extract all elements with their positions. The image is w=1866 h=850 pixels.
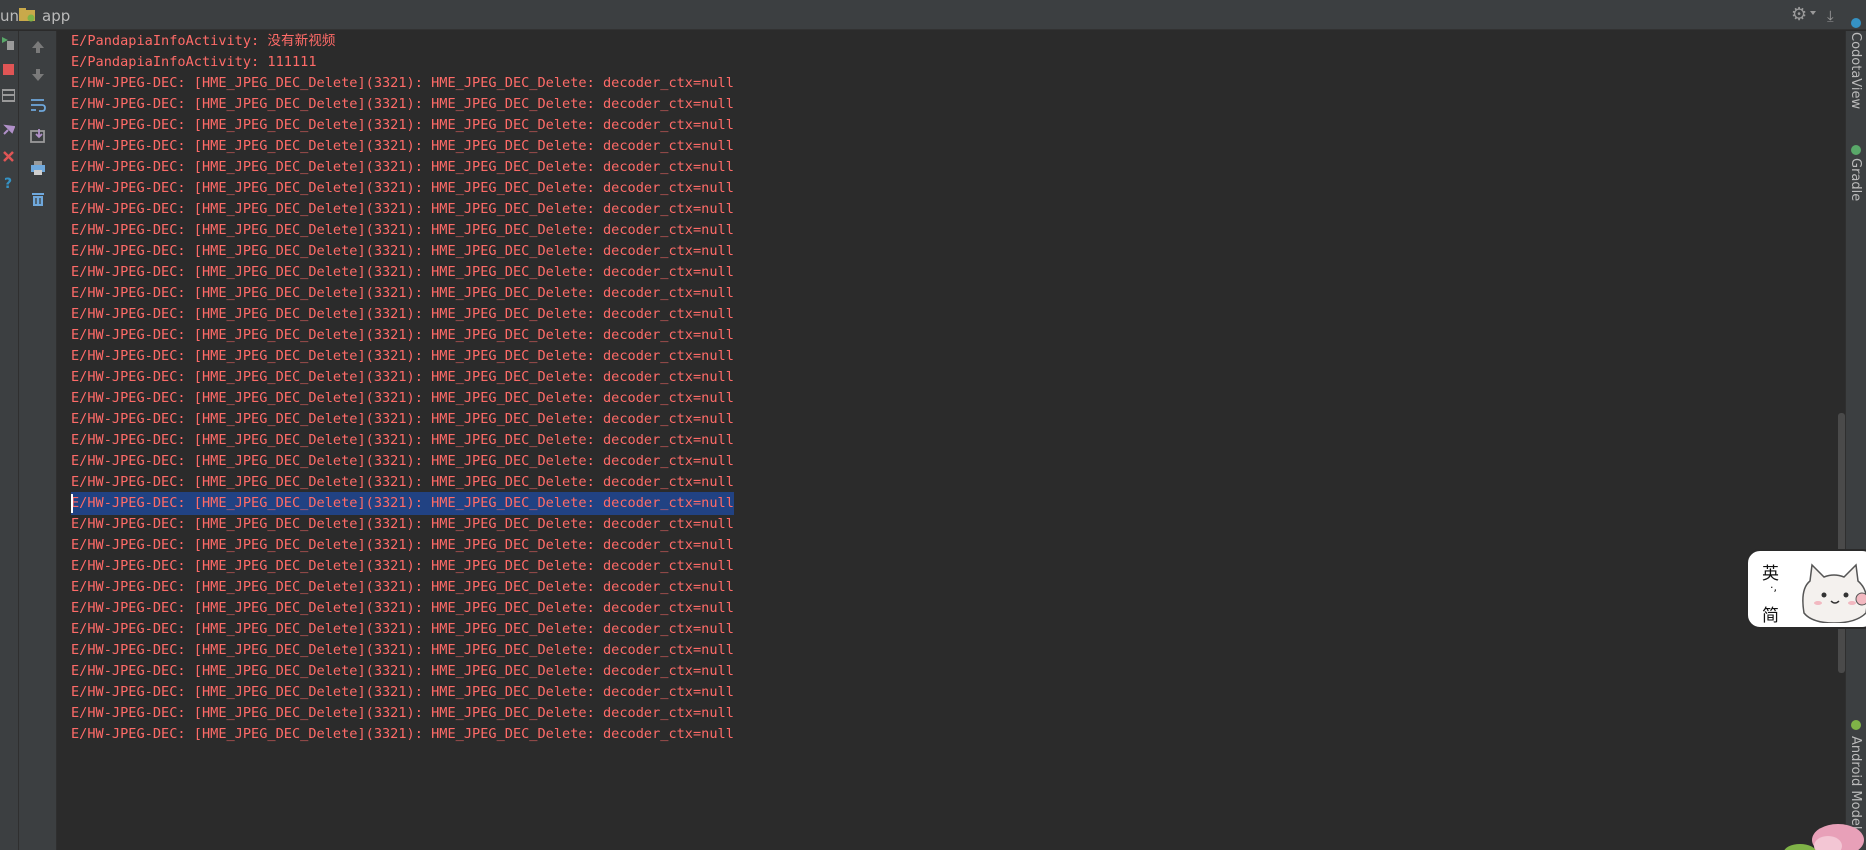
run-tool-titlebar: un app ⚙ ⤓ (0, 0, 1866, 30)
console-toolbar (19, 31, 57, 850)
ime-charset-toggle[interactable]: 简 (1762, 601, 1779, 626)
log-line[interactable]: E/PandapiaInfoActivity: 111111 (71, 51, 317, 74)
log-line[interactable]: E/HW-JPEG-DEC: [HME_JPEG_DEC_Delete](332… (71, 534, 734, 557)
text-caret (71, 494, 73, 513)
log-line[interactable]: E/HW-JPEG-DEC: [HME_JPEG_DEC_Delete](332… (71, 345, 734, 368)
log-line[interactable]: E/HW-JPEG-DEC: [HME_JPEG_DEC_Delete](332… (71, 597, 734, 620)
tab-android-model[interactable]: Android Model (1848, 736, 1863, 829)
logcat-console[interactable]: E/PandapiaInfoActivity: 没有新视频 E/PandapiaI… (57, 31, 1837, 850)
print-icon[interactable] (30, 160, 46, 176)
cat-mascot-icon (1802, 563, 1866, 623)
log-line[interactable]: E/HW-JPEG-DEC: [HME_JPEG_DEC_Delete](332… (71, 429, 734, 452)
log-line[interactable]: E/HW-JPEG-DEC: [HME_JPEG_DEC_Delete](332… (71, 681, 734, 704)
down-arrow-icon[interactable] (30, 67, 46, 83)
scroll-to-end-icon[interactable] (30, 128, 46, 144)
ime-punctuation-toggle[interactable]: ·, (1770, 581, 1777, 594)
log-line[interactable]: E/HW-JPEG-DEC: [HME_JPEG_DEC_Delete](332… (71, 576, 734, 599)
log-line[interactable]: E/HW-JPEG-DEC: [HME_JPEG_DEC_Delete](332… (71, 303, 734, 326)
android-icon (1851, 720, 1861, 730)
app-config-label[interactable]: app (42, 7, 70, 25)
log-line[interactable]: E/HW-JPEG-DEC: [HME_JPEG_DEC_Delete](332… (71, 240, 734, 263)
log-line[interactable]: E/HW-JPEG-DEC: [HME_JPEG_DEC_Delete](332… (71, 618, 734, 641)
android-folder-icon (19, 8, 35, 22)
close-icon[interactable] (2, 150, 15, 163)
codota-icon (1851, 18, 1861, 28)
gear-icon[interactable]: ⚙ (1791, 5, 1807, 25)
ime-toolbar-widget[interactable]: 英 ·, 简 (1746, 549, 1866, 629)
log-line-selected[interactable]: E/HW-JPEG-DEC: [HME_JPEG_DEC_Delete](332… (71, 492, 734, 515)
svg-text:?: ? (4, 176, 12, 189)
chevron-down-icon[interactable] (1810, 11, 1816, 15)
run-actions-strip: ? (0, 31, 19, 850)
soft-wrap-icon[interactable] (30, 97, 46, 113)
console-scrollbar[interactable] (1837, 31, 1845, 850)
android-studio-run-window: un app ⚙ ⤓ ? E/PandapiaInfoActivity: 没有新… (0, 0, 1866, 850)
layout-icon[interactable] (2, 89, 15, 102)
log-line[interactable]: E/HW-JPEG-DEC: [HME_JPEG_DEC_Delete](332… (71, 513, 734, 536)
scrollbar-thumb[interactable] (1838, 413, 1845, 673)
tab-gradle[interactable]: Gradle (1848, 158, 1863, 201)
trash-icon[interactable] (30, 191, 46, 207)
log-line[interactable]: E/HW-JPEG-DEC: [HME_JPEG_DEC_Delete](332… (71, 723, 734, 746)
tab-codotaview[interactable]: CodotaView (1848, 32, 1863, 109)
log-line[interactable]: E/HW-JPEG-DEC: [HME_JPEG_DEC_Delete](332… (71, 93, 734, 116)
log-line[interactable]: E/HW-JPEG-DEC: [HME_JPEG_DEC_Delete](332… (71, 135, 734, 158)
up-arrow-icon[interactable] (30, 39, 46, 55)
log-line[interactable]: E/HW-JPEG-DEC: [HME_JPEG_DEC_Delete](332… (71, 198, 734, 221)
log-line[interactable]: E/HW-JPEG-DEC: [HME_JPEG_DEC_Delete](332… (71, 72, 734, 95)
stop-icon[interactable] (2, 63, 15, 76)
log-line[interactable]: E/HW-JPEG-DEC: [HME_JPEG_DEC_Delete](332… (71, 702, 734, 725)
log-line[interactable]: E/HW-JPEG-DEC: [HME_JPEG_DEC_Delete](332… (71, 660, 734, 683)
log-line[interactable]: E/HW-JPEG-DEC: [HME_JPEG_DEC_Delete](332… (71, 219, 734, 242)
log-line[interactable]: E/HW-JPEG-DEC: [HME_JPEG_DEC_Delete](332… (71, 156, 734, 179)
log-line[interactable]: E/HW-JPEG-DEC: [HME_JPEG_DEC_Delete](332… (71, 324, 734, 347)
log-line[interactable]: E/HW-JPEG-DEC: [HME_JPEG_DEC_Delete](332… (71, 555, 734, 578)
log-line[interactable]: E/HW-JPEG-DEC: [HME_JPEG_DEC_Delete](332… (71, 639, 734, 662)
log-line[interactable]: E/HW-JPEG-DEC: [HME_JPEG_DEC_Delete](332… (71, 366, 734, 389)
run-tab-label[interactable]: un (0, 7, 19, 25)
download-icon[interactable]: ⤓ (1827, 7, 1834, 25)
gradle-icon (1851, 145, 1861, 155)
log-line[interactable]: E/HW-JPEG-DEC: [HME_JPEG_DEC_Delete](332… (71, 114, 734, 137)
log-line[interactable]: E/HW-JPEG-DEC: [HME_JPEG_DEC_Delete](332… (71, 261, 734, 284)
log-line[interactable]: E/HW-JPEG-DEC: [HME_JPEG_DEC_Delete](332… (71, 282, 734, 305)
log-line[interactable]: E/PandapiaInfoActivity: 没有新视频 (71, 31, 335, 53)
log-line[interactable]: E/HW-JPEG-DEC: [HME_JPEG_DEC_Delete](332… (71, 450, 734, 473)
log-line[interactable]: E/HW-JPEG-DEC: [HME_JPEG_DEC_Delete](332… (71, 408, 734, 431)
log-line[interactable]: E/HW-JPEG-DEC: [HME_JPEG_DEC_Delete](332… (71, 177, 734, 200)
flower-decoration-icon (1784, 824, 1864, 850)
pin-icon[interactable] (2, 123, 15, 136)
log-line[interactable]: E/HW-JPEG-DEC: [HME_JPEG_DEC_Delete](332… (71, 471, 734, 494)
log-line[interactable]: E/HW-JPEG-DEC: [HME_JPEG_DEC_Delete](332… (71, 387, 734, 410)
rerun-icon[interactable] (2, 37, 15, 50)
help-icon[interactable]: ? (2, 176, 15, 189)
